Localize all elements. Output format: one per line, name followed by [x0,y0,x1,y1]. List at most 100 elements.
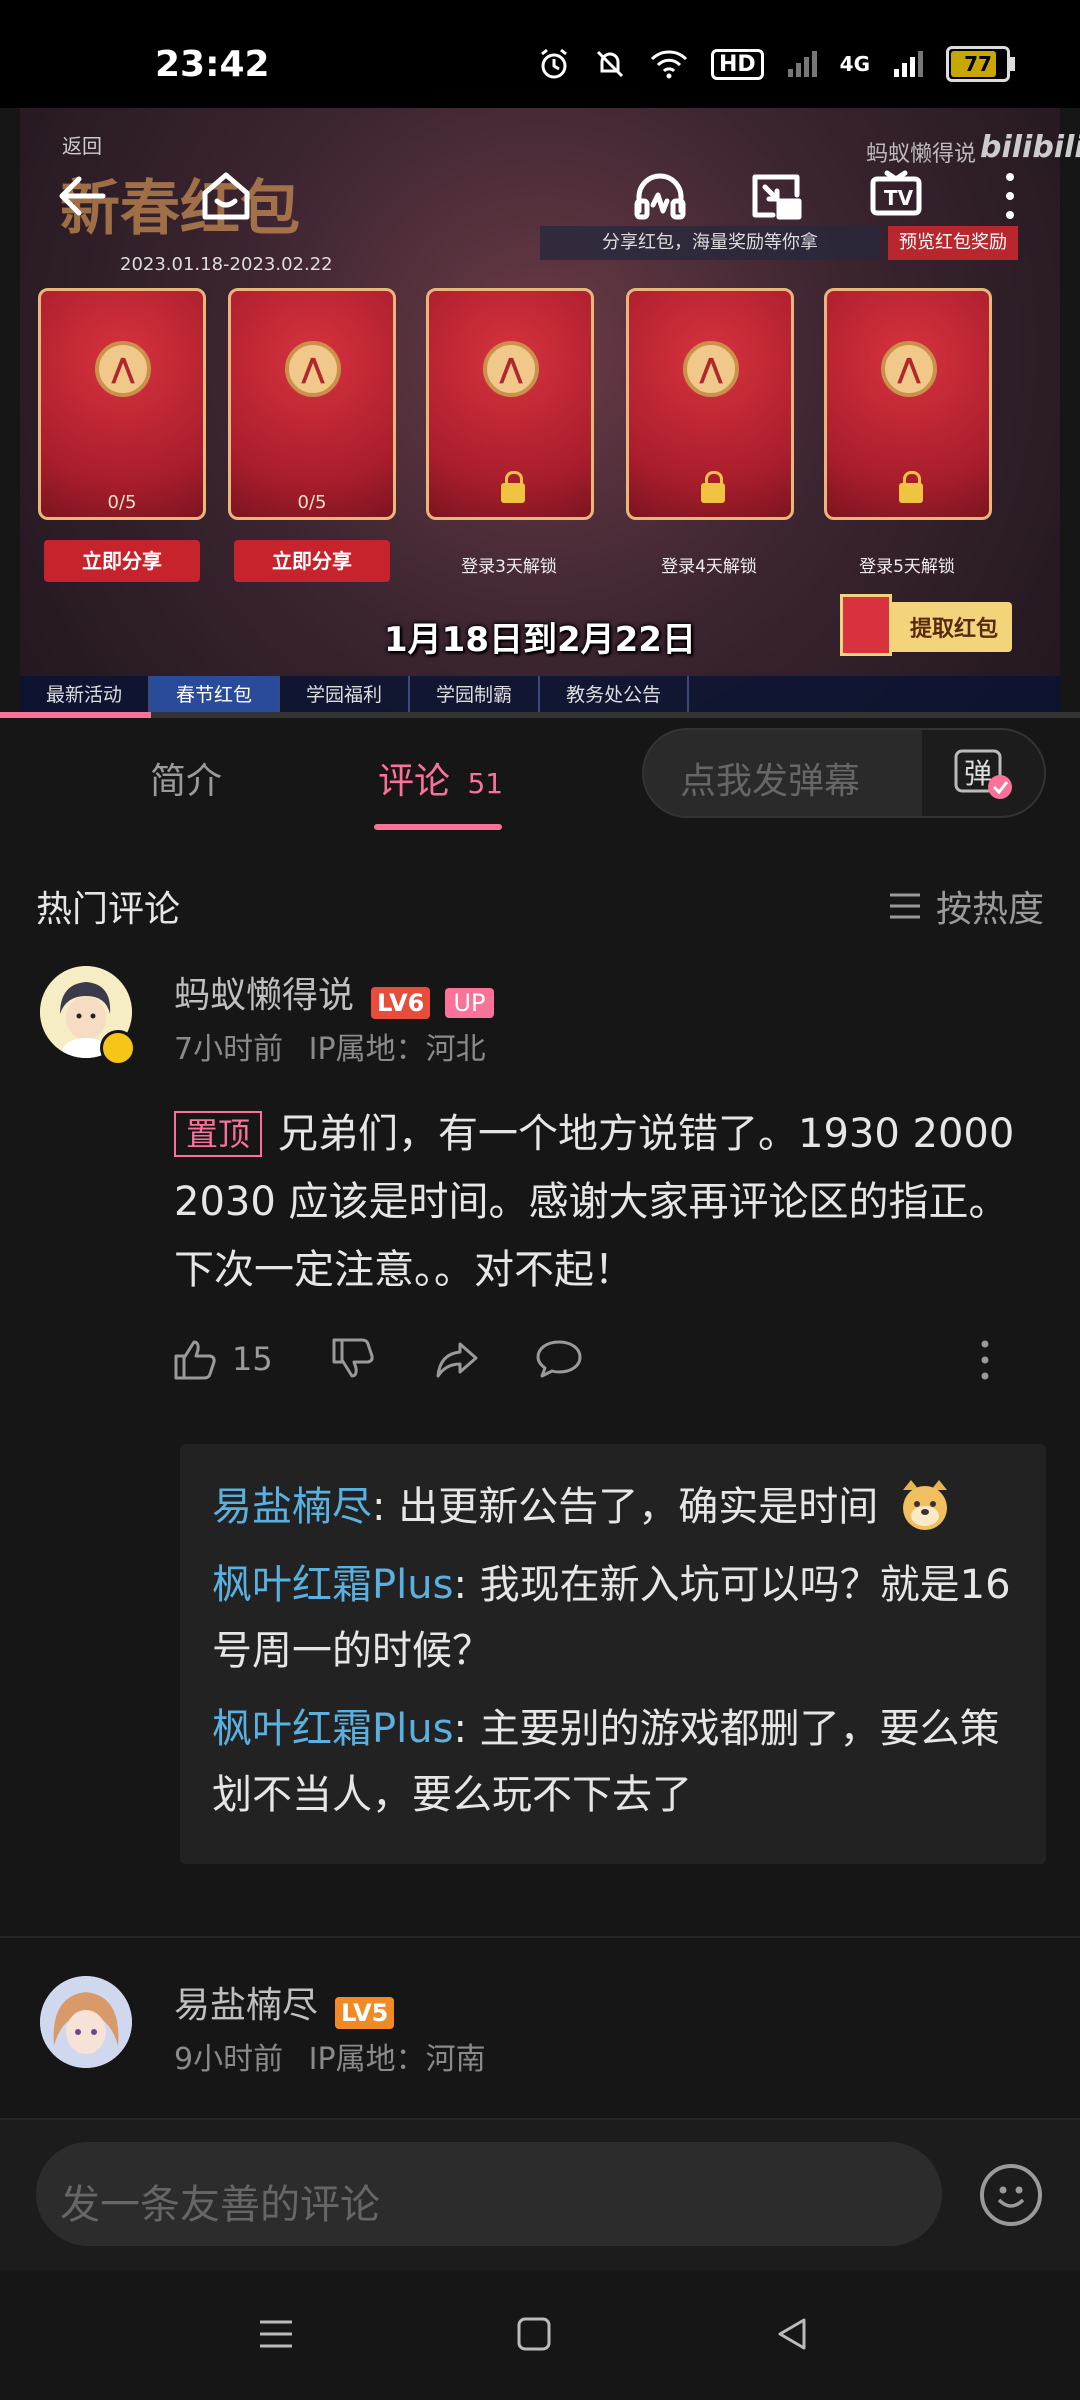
avatar[interactable] [40,1976,132,2068]
game-tab: 教务处公告 [540,676,690,714]
network-label: 4G [839,52,870,76]
reply-author[interactable]: 枫叶红霜Plus [212,1706,453,1752]
picture-in-picture-icon [752,174,802,220]
home-icon [202,172,250,220]
audio-only-button[interactable] [628,164,692,228]
lock-icon [701,471,725,503]
speech-bubble-icon [536,1340,582,1378]
recents-button[interactable] [256,2314,296,2358]
share-icon [436,1342,478,1378]
danmaku-toggle-button[interactable]: 弹 [922,730,1044,816]
up-badge: UP [445,987,494,1018]
comment-author[interactable]: 易盐楠尽 [174,1985,318,2026]
envelope-seal-icon [483,341,539,397]
signal-icon [894,51,923,77]
red-envelope [626,288,794,520]
envelope-count: 0/5 [107,492,137,513]
tab-intro[interactable]: 简介 [150,752,222,804]
cast-tv-button[interactable]: TV [864,164,928,228]
more-vertical-icon [1006,173,1014,219]
event-dates: 2023.01.18-2023.02.22 [120,254,333,275]
reply-button[interactable] [536,1336,582,1386]
game-tab: 最新活动 [20,676,151,714]
reply-author[interactable]: 枫叶红霜Plus [212,1562,453,1608]
site-logo: bilibili [980,130,1080,165]
reply-item: 易盐楠尽: 出更新公告了，确实是时间 [212,1474,1012,1540]
share-tip: 分享红包，海量奖励等你拿 [540,226,880,260]
comment-meta: 7小时前 IP属地：河北 [174,1024,486,1068]
comment-text: 置顶 兄弟们，有一个地方说错了。1930 2000 2030 应该是时间。感谢大家… [174,1100,1044,1304]
wifi-icon [650,50,688,79]
share-now-button: 立即分享 [44,540,200,582]
envelope-seal-icon [881,341,937,397]
unlock-label: 登录3天解锁 [461,557,557,577]
thumbs-up-icon [174,1340,216,1380]
pip-button[interactable] [744,164,808,228]
level-badge: LV6 [371,986,431,1019]
red-envelope [824,288,992,520]
signal-icon [787,51,817,77]
hd-badge: HD [710,48,764,80]
home-nav-button[interactable] [514,2314,554,2358]
comment-time: 7小时前 [174,1032,284,1067]
unlock-label: 登录5天解锁 [859,557,955,577]
svg-text:TV: TV [884,186,914,210]
tab-comments-label: 评论 [378,761,451,802]
danmaku-icon: 弹 [954,749,1012,799]
sort-button[interactable]: 按热度 [888,880,1044,932]
envelope-seal-icon [95,341,151,397]
game-tab: 学园制霸 [410,676,541,714]
tab-comments[interactable]: 评论 51 [378,752,503,804]
svg-text:弹: 弹 [964,757,992,790]
comment-location: IP属地：河南 [308,2042,486,2077]
square-icon [517,2317,551,2351]
headphones-icon [634,173,686,220]
reply-item: 枫叶红霜Plus: 我现在新入坑可以吗？就是16号周一的时候？ [212,1552,1012,1684]
hot-comments-title: 热门评论 [36,889,181,930]
triangle-back-icon [778,2318,806,2350]
emoji-button[interactable] [980,2164,1042,2226]
comment-input-placeholder: 发一条友善的评论 [60,2182,380,2228]
reply-separator: : [372,1484,399,1530]
lock-icon [501,471,525,503]
back-label: 返回 [62,134,102,158]
lock-icon [899,471,923,503]
comment-more-button[interactable] [980,1338,990,1386]
share-button[interactable] [434,1336,480,1386]
comment-author[interactable]: 蚂蚁懒得说 [174,975,354,1016]
list-icon [889,893,920,919]
replies-box[interactable]: 易盐楠尽: 出更新公告了，确实是时间 枫叶红霜Plus: 我现在新入坑可以吗？就… [180,1444,1046,1864]
reply-author[interactable]: 易盐楠尽 [212,1484,372,1530]
game-tabs: 最新活动 春节红包 学园福利 学园制霸 教务处公告 [20,676,1060,714]
menu-icon [260,2320,292,2348]
game-tab: 春节红包 [150,676,281,714]
more-menu-button[interactable] [990,164,1030,228]
home-button[interactable] [194,164,258,228]
game-tab: 学园福利 [280,676,411,714]
arrow-left-icon [59,176,106,216]
status-icons: HD 4G 77 [537,46,1015,82]
share-now-button: 立即分享 [234,540,390,582]
more-vertical-icon [981,1340,989,1380]
status-time: 23:42 [155,44,270,85]
like-count: 15 [232,1340,273,1378]
like-button[interactable]: 15 [172,1336,273,1382]
smiley-icon [997,2186,1025,2208]
envelope-seal-icon [285,341,341,397]
dislike-button[interactable] [330,1336,376,1386]
envelope-seal-icon [683,341,739,397]
mute-bell-icon [596,50,624,78]
battery-icon: 77 [946,46,1015,82]
divider [0,1936,1080,1938]
tv-icon: TV [870,170,922,216]
unlock-label: 登录4天解锁 [661,557,757,577]
back-button[interactable] [50,164,114,228]
thumbs-down-icon [332,1338,374,1378]
back-nav-button[interactable] [772,2314,812,2358]
anime-avatar-icon [40,1976,132,2068]
comments-count: 51 [467,767,504,800]
alarm-icon [541,48,567,79]
reply-item: 枫叶红霜Plus: 主要别的游戏都删了，要么策划不当人，要么玩不下去了 [212,1696,1012,1828]
sort-label: 按热度 [935,889,1044,930]
comment-author-line: 蚂蚁懒得说 LV6 UP [174,966,494,1019]
